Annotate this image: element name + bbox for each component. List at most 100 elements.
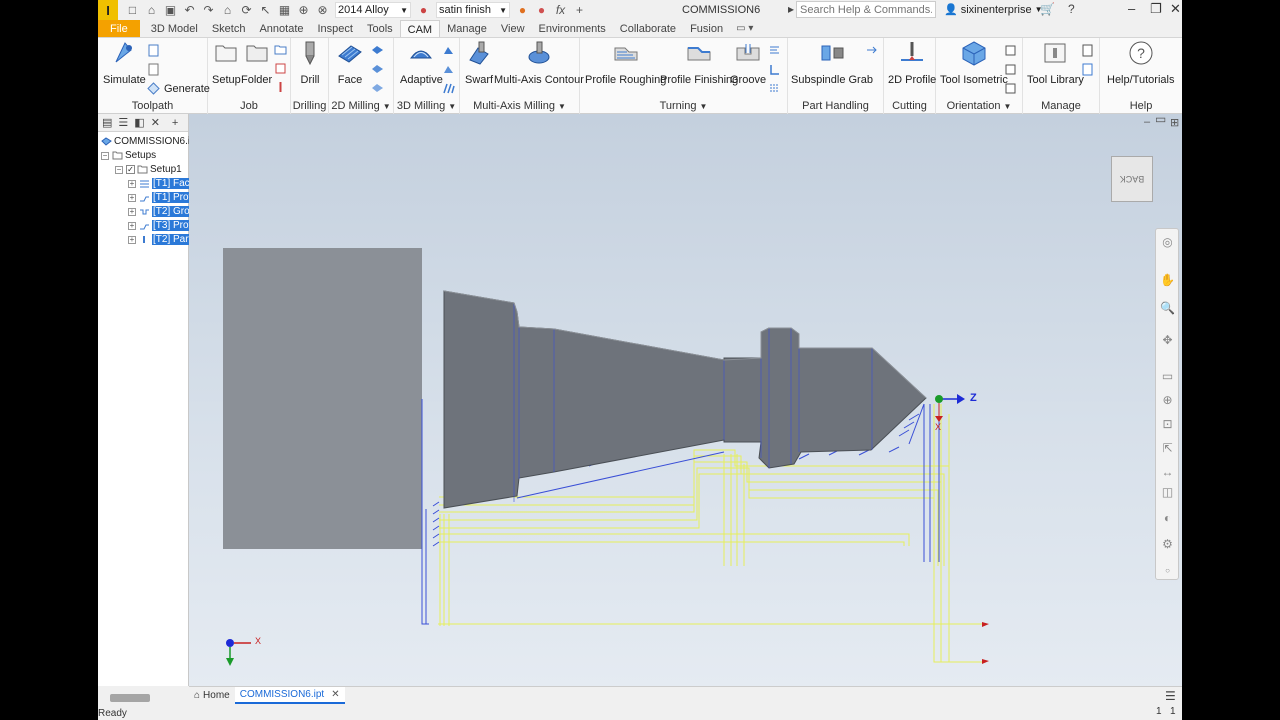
tab-manage[interactable]: Manage — [440, 20, 494, 37]
setup-button[interactable]: Setup — [212, 40, 241, 86]
view-side-icon[interactable] — [1004, 82, 1017, 95]
toolpath-list-icon[interactable] — [147, 44, 160, 57]
browser-model-icon[interactable]: ◧ — [134, 116, 144, 129]
tab-cam[interactable]: CAM — [399, 20, 441, 37]
toolpath-doc-icon[interactable] — [147, 63, 160, 76]
tab-annotate[interactable]: Annotate — [252, 20, 310, 37]
update-icon[interactable]: ⟳ — [240, 3, 253, 17]
swarf-button[interactable]: Swarf — [465, 40, 493, 86]
part-transfer-icon[interactable] — [866, 44, 879, 57]
viewcube[interactable]: BACK — [1111, 156, 1153, 202]
settings-icon[interactable]: ⚙ — [1160, 537, 1175, 552]
redo-icon[interactable]: ↷ — [202, 3, 215, 17]
browser-close-icon[interactable]: ✕ — [151, 116, 160, 129]
2d-contour-icon[interactable] — [371, 63, 384, 76]
probe-icon[interactable] — [274, 81, 287, 94]
save-icon[interactable]: ▣ — [164, 3, 177, 17]
minimize-button[interactable]: – — [1128, 1, 1135, 16]
home-tab[interactable]: ⌂ Home — [189, 687, 235, 704]
section-icon[interactable]: ◫ — [1160, 485, 1175, 500]
zoom-selected-icon[interactable]: ⇱ — [1160, 441, 1175, 456]
close-window-button[interactable]: ✕ — [1170, 1, 1181, 17]
graphics-viewport[interactable]: – ▭ ⊞ Z X X BACK ◎ ✋ 🔍 ✥ ▭ ⊕ ⊡ ⇱ ↔ ◫ ◐ ⚙… — [189, 114, 1182, 686]
browser-menu-icon[interactable]: ▤ — [102, 116, 112, 129]
undo-icon[interactable]: ↶ — [183, 3, 196, 17]
tree-setup1[interactable]: − ✓ Setup1 — [115, 163, 182, 176]
3d-scallop-icon[interactable] — [442, 82, 455, 95]
adaptive-button[interactable]: Adaptive — [400, 40, 443, 86]
expand-icon[interactable]: + — [128, 179, 136, 188]
tab-3d-model[interactable]: 3D Model — [144, 20, 205, 37]
3d-pocket-icon[interactable] — [442, 44, 455, 57]
navbar-options-icon[interactable]: ○ — [1160, 563, 1175, 578]
tab-menu-icon[interactable]: ☰ — [1165, 689, 1176, 703]
zoom-all-icon[interactable]: ⊕ — [1160, 393, 1175, 408]
select-icon[interactable]: ↖ — [259, 3, 272, 17]
tab-collaborate[interactable]: Collaborate — [613, 20, 683, 37]
post-process-icon[interactable] — [1081, 44, 1094, 57]
clear-icon[interactable]: ⊗ — [316, 3, 329, 17]
open-file-icon[interactable]: ⌂ — [145, 3, 158, 17]
tree-setups[interactable]: − Setups — [101, 149, 156, 162]
tab-tools[interactable]: Tools — [360, 20, 400, 37]
panel-label-2d-milling[interactable]: 2D Milling ▼ — [329, 100, 393, 112]
panel-label-turning[interactable]: Turning ▼ — [580, 100, 787, 112]
expand-icon[interactable]: + — [128, 193, 136, 202]
profile-finishing-button[interactable]: Profile Finishing — [660, 40, 738, 86]
open-setup-icon[interactable] — [274, 43, 287, 56]
document-tab[interactable]: COMMISSION6.ipt ✕ — [234, 687, 345, 704]
2d-profile-button[interactable]: 2D Profile — [888, 40, 936, 86]
appearance-select[interactable]: satin finish ▼ — [436, 2, 510, 18]
measure-icon[interactable]: ⊕ — [297, 3, 310, 17]
expand-icon[interactable]: + — [128, 221, 136, 230]
panel-label-multi-axis[interactable]: Multi-Axis Milling ▼ — [460, 100, 579, 112]
help-icon[interactable]: ? — [1068, 2, 1075, 16]
2d-slot-icon[interactable] — [371, 82, 384, 95]
2d-pocket-icon[interactable] — [371, 44, 384, 57]
tab-fusion[interactable]: Fusion — [683, 20, 730, 37]
checkbox-icon[interactable]: ✓ — [126, 165, 135, 174]
help-tutorials-button[interactable]: ? Help/Tutorials — [1107, 40, 1174, 86]
collapse-icon[interactable]: − — [101, 151, 109, 160]
tab-environments[interactable]: Environments — [532, 20, 613, 37]
turning-face-icon[interactable] — [768, 44, 781, 57]
restore-button[interactable]: ❐ — [1150, 1, 1162, 17]
simulate-button[interactable]: Simulate — [103, 40, 146, 86]
folder-button[interactable]: Folder — [241, 40, 272, 86]
tab-inspect[interactable]: Inspect — [311, 20, 360, 37]
setup-sheet-icon[interactable] — [1081, 63, 1094, 76]
clear-appearance-icon[interactable]: ● — [535, 3, 548, 17]
profile-roughing-button[interactable]: Profile Roughing — [585, 40, 666, 86]
tool-isometric-button[interactable]: Tool Isometric — [940, 40, 1008, 86]
zoom-window-icon[interactable]: ⊡ — [1160, 417, 1175, 432]
app-logo[interactable]: I — [98, 0, 118, 20]
cart-icon[interactable]: 🛒 — [1040, 2, 1055, 16]
color-icon[interactable]: ▦ — [278, 3, 291, 17]
panel-label-orientation[interactable]: Orientation ▼ — [936, 100, 1022, 112]
turning-part-icon[interactable] — [768, 63, 781, 76]
search-input[interactable] — [796, 1, 936, 18]
user-account[interactable]: 👤 sixinenterprise ▼ — [944, 3, 1043, 17]
tool-library-button[interactable]: Tool Library — [1027, 40, 1084, 86]
drill-button[interactable]: Drill — [297, 40, 323, 86]
fx-icon[interactable]: fx — [554, 3, 567, 17]
generate-button[interactable]: Generate — [147, 82, 210, 95]
steering-wheel-icon[interactable]: ◎ — [1160, 235, 1175, 250]
appearance-adjust-icon[interactable]: ● — [516, 3, 529, 17]
tree-op-part[interactable]: + [T2] Part — [128, 233, 193, 246]
expand-icon[interactable]: + — [128, 207, 136, 216]
browser-add-icon[interactable]: + — [172, 117, 178, 129]
face-button[interactable]: Face — [337, 40, 363, 86]
turning-thread-icon[interactable] — [768, 82, 781, 95]
close-tab-icon[interactable]: ✕ — [331, 689, 339, 700]
tab-sketch[interactable]: Sketch — [205, 20, 253, 37]
3d-parallel-icon[interactable] — [442, 63, 455, 76]
panel-label-3d-milling[interactable]: 3D Milling ▼ — [394, 100, 459, 112]
pan-icon[interactable]: ✋ — [1160, 273, 1175, 288]
look-at-icon[interactable]: ▭ — [1160, 369, 1175, 384]
multi-axis-contour-button[interactable]: Multi-Axis Contour — [494, 40, 584, 86]
home-icon[interactable]: ⌂ — [221, 3, 234, 17]
measure-icon[interactable]: ↔ — [1160, 465, 1175, 480]
search-arrow-icon[interactable]: ▸ — [788, 2, 794, 16]
tab-file[interactable]: File — [98, 20, 140, 37]
